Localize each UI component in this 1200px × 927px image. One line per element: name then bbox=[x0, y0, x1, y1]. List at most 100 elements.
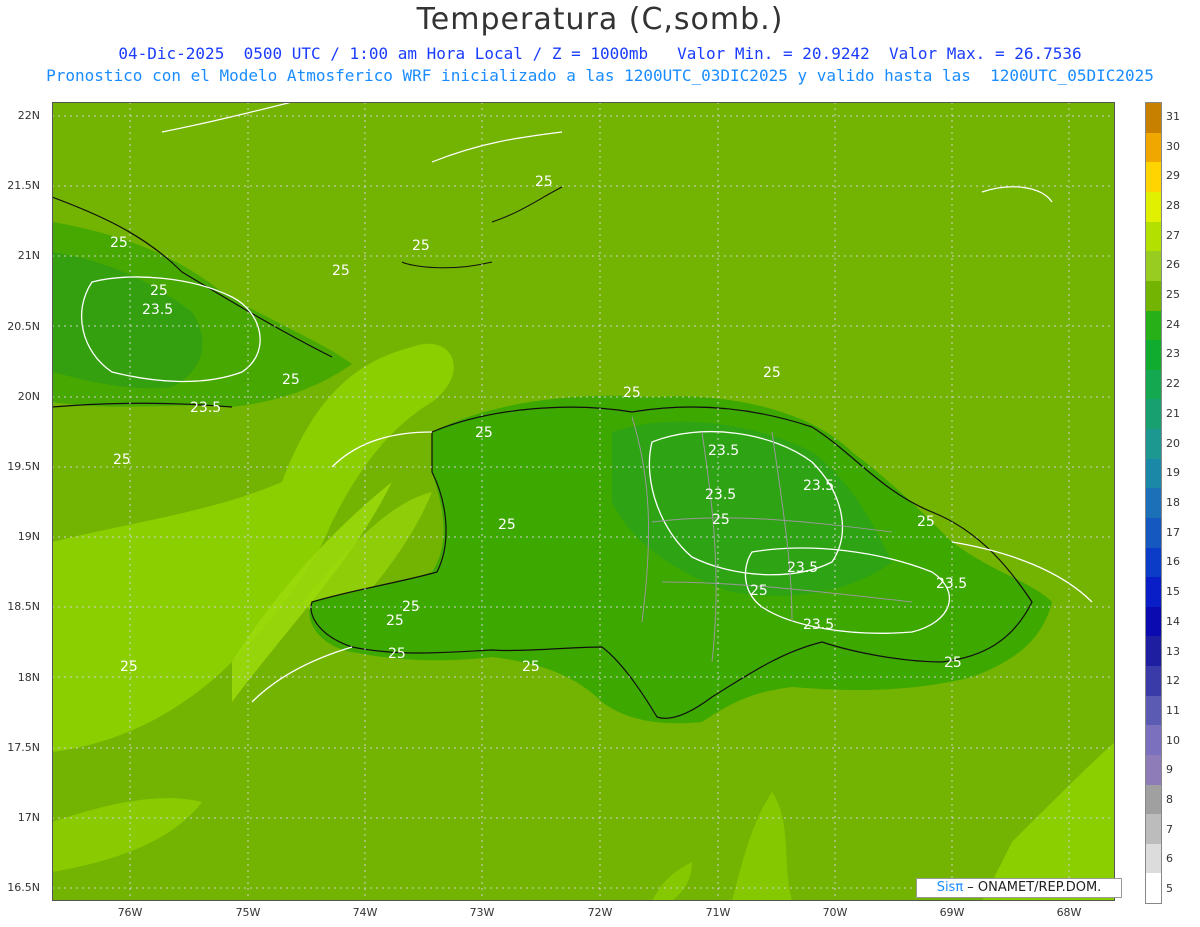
legend-swatch bbox=[1146, 369, 1161, 400]
legend-label: 25 bbox=[1166, 288, 1180, 302]
contour-label: 25 bbox=[917, 514, 935, 530]
legend-label: 12 bbox=[1166, 674, 1180, 688]
x-axis-label: 73W bbox=[469, 906, 495, 919]
contour-label: 25 bbox=[386, 613, 404, 629]
legend-label: 26 bbox=[1166, 258, 1180, 272]
legend-label: 7 bbox=[1166, 822, 1173, 836]
legend-swatch bbox=[1146, 399, 1161, 429]
contour-label: 25 bbox=[763, 365, 781, 381]
contour-label: 23.5 bbox=[803, 478, 835, 494]
y-axis-label: 20N bbox=[17, 390, 40, 403]
legend-label: 9 bbox=[1166, 763, 1173, 777]
y-axis-label: 17N bbox=[17, 811, 40, 824]
legend-swatch bbox=[1146, 695, 1161, 726]
legend-swatch bbox=[1146, 754, 1161, 785]
map-panel bbox=[52, 102, 1115, 901]
y-axis-label: 17.5N bbox=[7, 741, 40, 754]
contour-label: 25 bbox=[498, 517, 516, 533]
legend-label: 15 bbox=[1166, 585, 1180, 599]
contour-label: 25 bbox=[282, 372, 300, 388]
subtitle-model-info: Pronostico con el Modelo Atmosferico WRF… bbox=[46, 66, 1154, 85]
contour-label: 25 bbox=[412, 238, 430, 254]
legend-swatch bbox=[1146, 577, 1161, 607]
y-axis-label: 18N bbox=[17, 671, 40, 684]
x-axis-label: 68W bbox=[1056, 906, 1082, 919]
legend-label: 8 bbox=[1166, 793, 1173, 807]
legend-swatch bbox=[1146, 192, 1161, 222]
y-axis-label: 19.5N bbox=[7, 460, 40, 473]
y-axis-label: 21.5N bbox=[7, 179, 40, 192]
legend-label: 21 bbox=[1166, 406, 1180, 420]
y-axis-label: 22N bbox=[17, 109, 40, 122]
legend-label: 24 bbox=[1166, 317, 1180, 331]
contour-label: 23.5 bbox=[142, 302, 174, 318]
legend-swatch bbox=[1146, 310, 1161, 341]
x-axis-label: 72W bbox=[587, 906, 613, 919]
legend-swatch bbox=[1146, 814, 1161, 844]
credit-logo: Sisπ bbox=[936, 880, 964, 895]
contour-label: 25 bbox=[110, 235, 128, 251]
legend-swatch bbox=[1146, 280, 1161, 311]
legend-label: 27 bbox=[1166, 228, 1180, 242]
legend-label: 29 bbox=[1166, 169, 1180, 183]
legend-swatch bbox=[1146, 873, 1161, 903]
contour-label: 25 bbox=[750, 583, 768, 599]
x-axis-label: 69W bbox=[939, 906, 965, 919]
subtitle-date-range: 04-Dic-2025 0500 UTC / 1:00 am Hora Loca… bbox=[118, 44, 1082, 63]
legend-swatch bbox=[1146, 251, 1161, 281]
y-axis-label: 19N bbox=[17, 530, 40, 543]
legend-label: 14 bbox=[1166, 614, 1180, 628]
contour-label: 25 bbox=[522, 659, 540, 675]
legend-label: 16 bbox=[1166, 555, 1180, 569]
legend-swatch bbox=[1146, 340, 1161, 370]
legend-swatch bbox=[1146, 221, 1161, 252]
legend-swatch bbox=[1146, 162, 1161, 192]
contour-label: 25 bbox=[113, 452, 131, 468]
y-axis-label: 20.5N bbox=[7, 320, 40, 333]
contour-label: 23.5 bbox=[705, 487, 737, 503]
legend-label: 18 bbox=[1166, 496, 1180, 509]
contour-label: 25 bbox=[402, 599, 420, 615]
legend-swatch bbox=[1146, 666, 1161, 696]
color-legend bbox=[1145, 102, 1162, 904]
contour-label: 25 bbox=[332, 263, 350, 279]
legend-swatch bbox=[1146, 132, 1161, 163]
legend-label: 31 bbox=[1166, 109, 1180, 123]
legend-swatch bbox=[1146, 103, 1161, 133]
y-axis-label: 21N bbox=[17, 249, 40, 262]
legend-swatch bbox=[1146, 725, 1161, 755]
contour-label: 25 bbox=[712, 512, 730, 528]
legend-swatch bbox=[1146, 606, 1161, 637]
contour-label: 25 bbox=[944, 655, 962, 671]
x-axis-label: 71W bbox=[705, 906, 731, 919]
map-canvas bbox=[52, 102, 1115, 901]
credit-text: – ONAMET/REP.DOM. bbox=[963, 880, 1102, 895]
legend-label: 23 bbox=[1166, 347, 1180, 361]
legend-swatch bbox=[1146, 547, 1161, 578]
legend-swatch bbox=[1146, 458, 1161, 489]
legend-label: 28 bbox=[1166, 198, 1180, 212]
legend-label: 17 bbox=[1166, 525, 1180, 539]
contour-label: 23.5 bbox=[787, 560, 819, 576]
legend-label: 11 bbox=[1166, 703, 1180, 717]
legend-swatch bbox=[1146, 429, 1161, 459]
chart-title: Temperatura (C,somb.) bbox=[416, 2, 784, 37]
contour-label: 25 bbox=[535, 174, 553, 190]
x-axis-label: 76W bbox=[117, 906, 143, 919]
y-axis-label: 18.5N bbox=[7, 600, 40, 613]
contour-label: 23.5 bbox=[190, 400, 222, 416]
legend-label: 20 bbox=[1166, 436, 1180, 450]
legend-label: 5 bbox=[1166, 882, 1173, 896]
contour-label: 25 bbox=[623, 385, 641, 401]
contour-label: 23.5 bbox=[708, 443, 740, 459]
credit-box: Sisπ – ONAMET/REP.DOM. bbox=[916, 878, 1122, 898]
legend-swatch bbox=[1146, 488, 1161, 518]
legend-swatch bbox=[1146, 636, 1161, 666]
contour-label: 25 bbox=[475, 425, 493, 441]
legend-label: 6 bbox=[1166, 852, 1173, 866]
legend-label: 30 bbox=[1166, 139, 1180, 153]
contour-label: 25 bbox=[388, 646, 406, 662]
legend-label: 13 bbox=[1166, 644, 1180, 658]
legend-label: 19 bbox=[1166, 466, 1180, 480]
contour-label: 25 bbox=[120, 659, 138, 675]
